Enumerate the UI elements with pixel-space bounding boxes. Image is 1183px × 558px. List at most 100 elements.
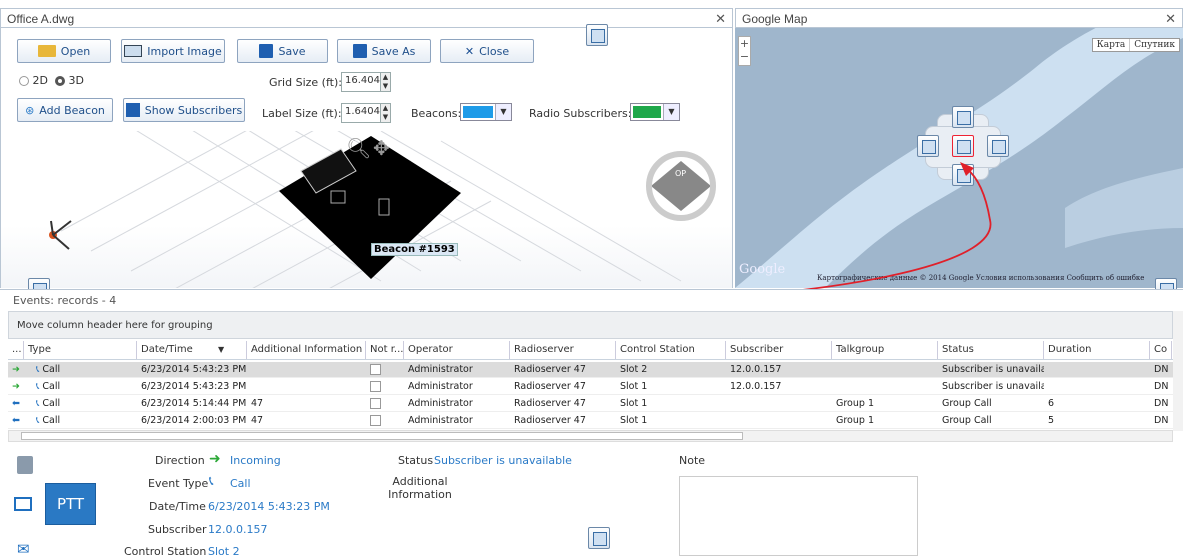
ptt-button[interactable]: PTT	[45, 483, 96, 525]
vertical-scrollbar[interactable]	[1173, 311, 1183, 431]
arrow-left-icon: ⬅	[12, 415, 20, 426]
view-2d-radio[interactable]: 2D	[19, 74, 48, 87]
cell-datetime: 6/23/2014 2:00:03 PM	[141, 415, 247, 426]
column-header[interactable]: Date/Time ▼	[137, 341, 247, 359]
cell-status: Subscriber is unavailable	[942, 381, 1044, 392]
zoom-out-button[interactable]: −	[739, 50, 750, 63]
add-beacon-button[interactable]: ⊛ Add Beacon	[17, 98, 113, 122]
column-header[interactable]: Subscriber	[726, 341, 832, 359]
column-header[interactable]: Radioserver	[510, 341, 616, 359]
cell-operator: Administrator	[408, 415, 473, 426]
subscriber-label: Subscriber	[148, 523, 207, 536]
map-type-satellite[interactable]: Спутник	[1130, 39, 1179, 51]
import-image-button[interactable]: Import Image	[121, 39, 225, 63]
x-icon: ✕	[464, 44, 475, 58]
cell-station: Slot 2	[620, 364, 648, 375]
dock-top-icon[interactable]	[952, 106, 974, 128]
column-header[interactable]: Control Station	[616, 341, 726, 359]
beacon-tag[interactable]: Beacon #1593	[371, 243, 458, 256]
open-button[interactable]: Open	[17, 39, 111, 63]
column-header[interactable]: Talkgroup	[832, 341, 938, 359]
cell-type-text: Call	[42, 415, 61, 426]
cell-info: 47	[251, 415, 264, 426]
cell-station: Slot 1	[620, 398, 648, 409]
cell-operator: Administrator	[408, 364, 473, 375]
save-button[interactable]: Save	[237, 39, 328, 63]
column-header[interactable]: Duration	[1044, 341, 1150, 359]
zoom-tool-icon[interactable]: 🔍︎	[346, 136, 371, 160]
table-row[interactable]: ➜ 📞︎ Call 6/23/2014 5:43:23 PM Administrato…	[8, 379, 1173, 395]
phone-icon: 📞︎	[36, 415, 40, 426]
map-panel-titlebar: Google Map ✕	[735, 8, 1183, 28]
cell-operator: Administrator	[408, 398, 473, 409]
column-header[interactable]: Not r...	[366, 341, 404, 359]
beacons-color-picker[interactable]: ▼	[460, 103, 512, 121]
show-subscribers-button[interactable]: Show Subscribers	[123, 98, 245, 122]
not-read-checkbox[interactable]	[366, 396, 404, 411]
cell-type-text: Call	[42, 381, 61, 392]
dock-bottom-icon[interactable]	[588, 527, 610, 549]
not-read-checkbox[interactable]	[366, 413, 404, 428]
close-icon[interactable]: ✕	[715, 11, 726, 27]
cell-subscriber: 12.0.0.157	[730, 381, 782, 392]
scrollbar-thumb[interactable]	[21, 432, 743, 440]
floppy-icon	[259, 44, 274, 58]
cell-type-text: Call	[42, 364, 61, 375]
cell-co: DN	[1154, 415, 1169, 426]
cell-station: Slot 1	[620, 381, 648, 392]
table-row[interactable]: ➜ 📞︎ Call 6/23/2014 5:43:23 PM Administrato…	[8, 362, 1173, 378]
column-header[interactable]: Status	[938, 341, 1044, 359]
additional-info-label: Additional Information	[388, 475, 452, 501]
radio-subscribers-color-swatch	[633, 106, 661, 118]
grouping-panel[interactable]: Move column header here for grouping	[8, 311, 1173, 339]
column-header[interactable]: Type	[24, 341, 137, 359]
map-type-toggle: Карта Спутник	[1091, 38, 1180, 52]
cell-talkgroup	[832, 379, 938, 394]
contact-card-icon[interactable]	[14, 497, 32, 511]
column-header[interactable]: ...	[8, 341, 24, 359]
not-read-checkbox[interactable]	[366, 362, 404, 377]
table-row[interactable]: ⬅ 📞︎ Call 6/23/2014 5:14:44 PM 47 Administra…	[8, 396, 1173, 412]
zoom-in-button[interactable]: +	[739, 37, 750, 50]
dock-top-icon[interactable]	[586, 24, 608, 46]
horizontal-scrollbar[interactable]	[8, 430, 1173, 442]
arrow-right-icon: ➜	[209, 451, 221, 467]
arrow-right-icon: ➜	[12, 381, 20, 392]
label-size-input[interactable]: 1.6404 ▲ ▼	[341, 103, 391, 123]
view-3d-radio[interactable]: 3D	[55, 74, 84, 87]
note-textarea[interactable]	[679, 476, 918, 556]
left-panel-title: Office A.dwg	[7, 12, 75, 26]
event-type-label: Event Type	[148, 477, 209, 490]
radio-icon	[17, 456, 33, 474]
column-header[interactable]: Operator	[404, 341, 510, 359]
grid-size-input[interactable]: 16.4041 ▲ ▼	[341, 72, 391, 92]
cell-type: 📞︎ Call	[32, 379, 137, 394]
status-value: Subscriber is unavailable	[434, 454, 572, 467]
cell-co: DN	[1154, 364, 1169, 375]
envelope-icon[interactable]: ✉	[17, 540, 30, 558]
phone-icon: 📞︎	[209, 474, 214, 489]
beacon-icon: ⊛	[25, 103, 35, 117]
spin-arrows-icon[interactable]: ▲ ▼	[380, 73, 390, 91]
label-size-label: Label Size (ft):	[262, 107, 342, 120]
events-titlebar	[0, 289, 1183, 309]
map-type-map[interactable]: Карта	[1093, 39, 1131, 51]
pan-tool-icon[interactable]: ✥	[373, 136, 390, 160]
not-read-checkbox[interactable]	[366, 379, 404, 394]
radio-subscribers-color-picker[interactable]: ▼	[630, 103, 680, 121]
column-header[interactable]: Co	[1150, 341, 1172, 359]
phone-icon: 📞︎	[36, 381, 40, 392]
spin-arrows-icon[interactable]: ▲ ▼	[380, 104, 390, 122]
floorplan-3d-view[interactable]: OP 🔍︎ ✥ Beacon #1593	[0, 131, 733, 288]
events-table-header: ... Type Date/Time ▼ Additional Informat…	[8, 341, 1173, 360]
close-icon[interactable]: ✕	[1165, 11, 1176, 27]
folder-icon	[37, 45, 56, 57]
cell-status: Group Call	[942, 398, 992, 409]
cell-info	[247, 362, 366, 377]
close-button[interactable]: ✕ Close	[440, 39, 534, 63]
save-as-button[interactable]: Save As	[337, 39, 431, 63]
cell-talkgroup	[832, 362, 938, 377]
table-row[interactable]: ⬅ 📞︎ Call 6/23/2014 2:00:03 PM 47 Administra…	[8, 413, 1173, 429]
column-header[interactable]: Additional Information	[247, 341, 366, 359]
cell-server: Radioserver 47	[514, 398, 586, 409]
